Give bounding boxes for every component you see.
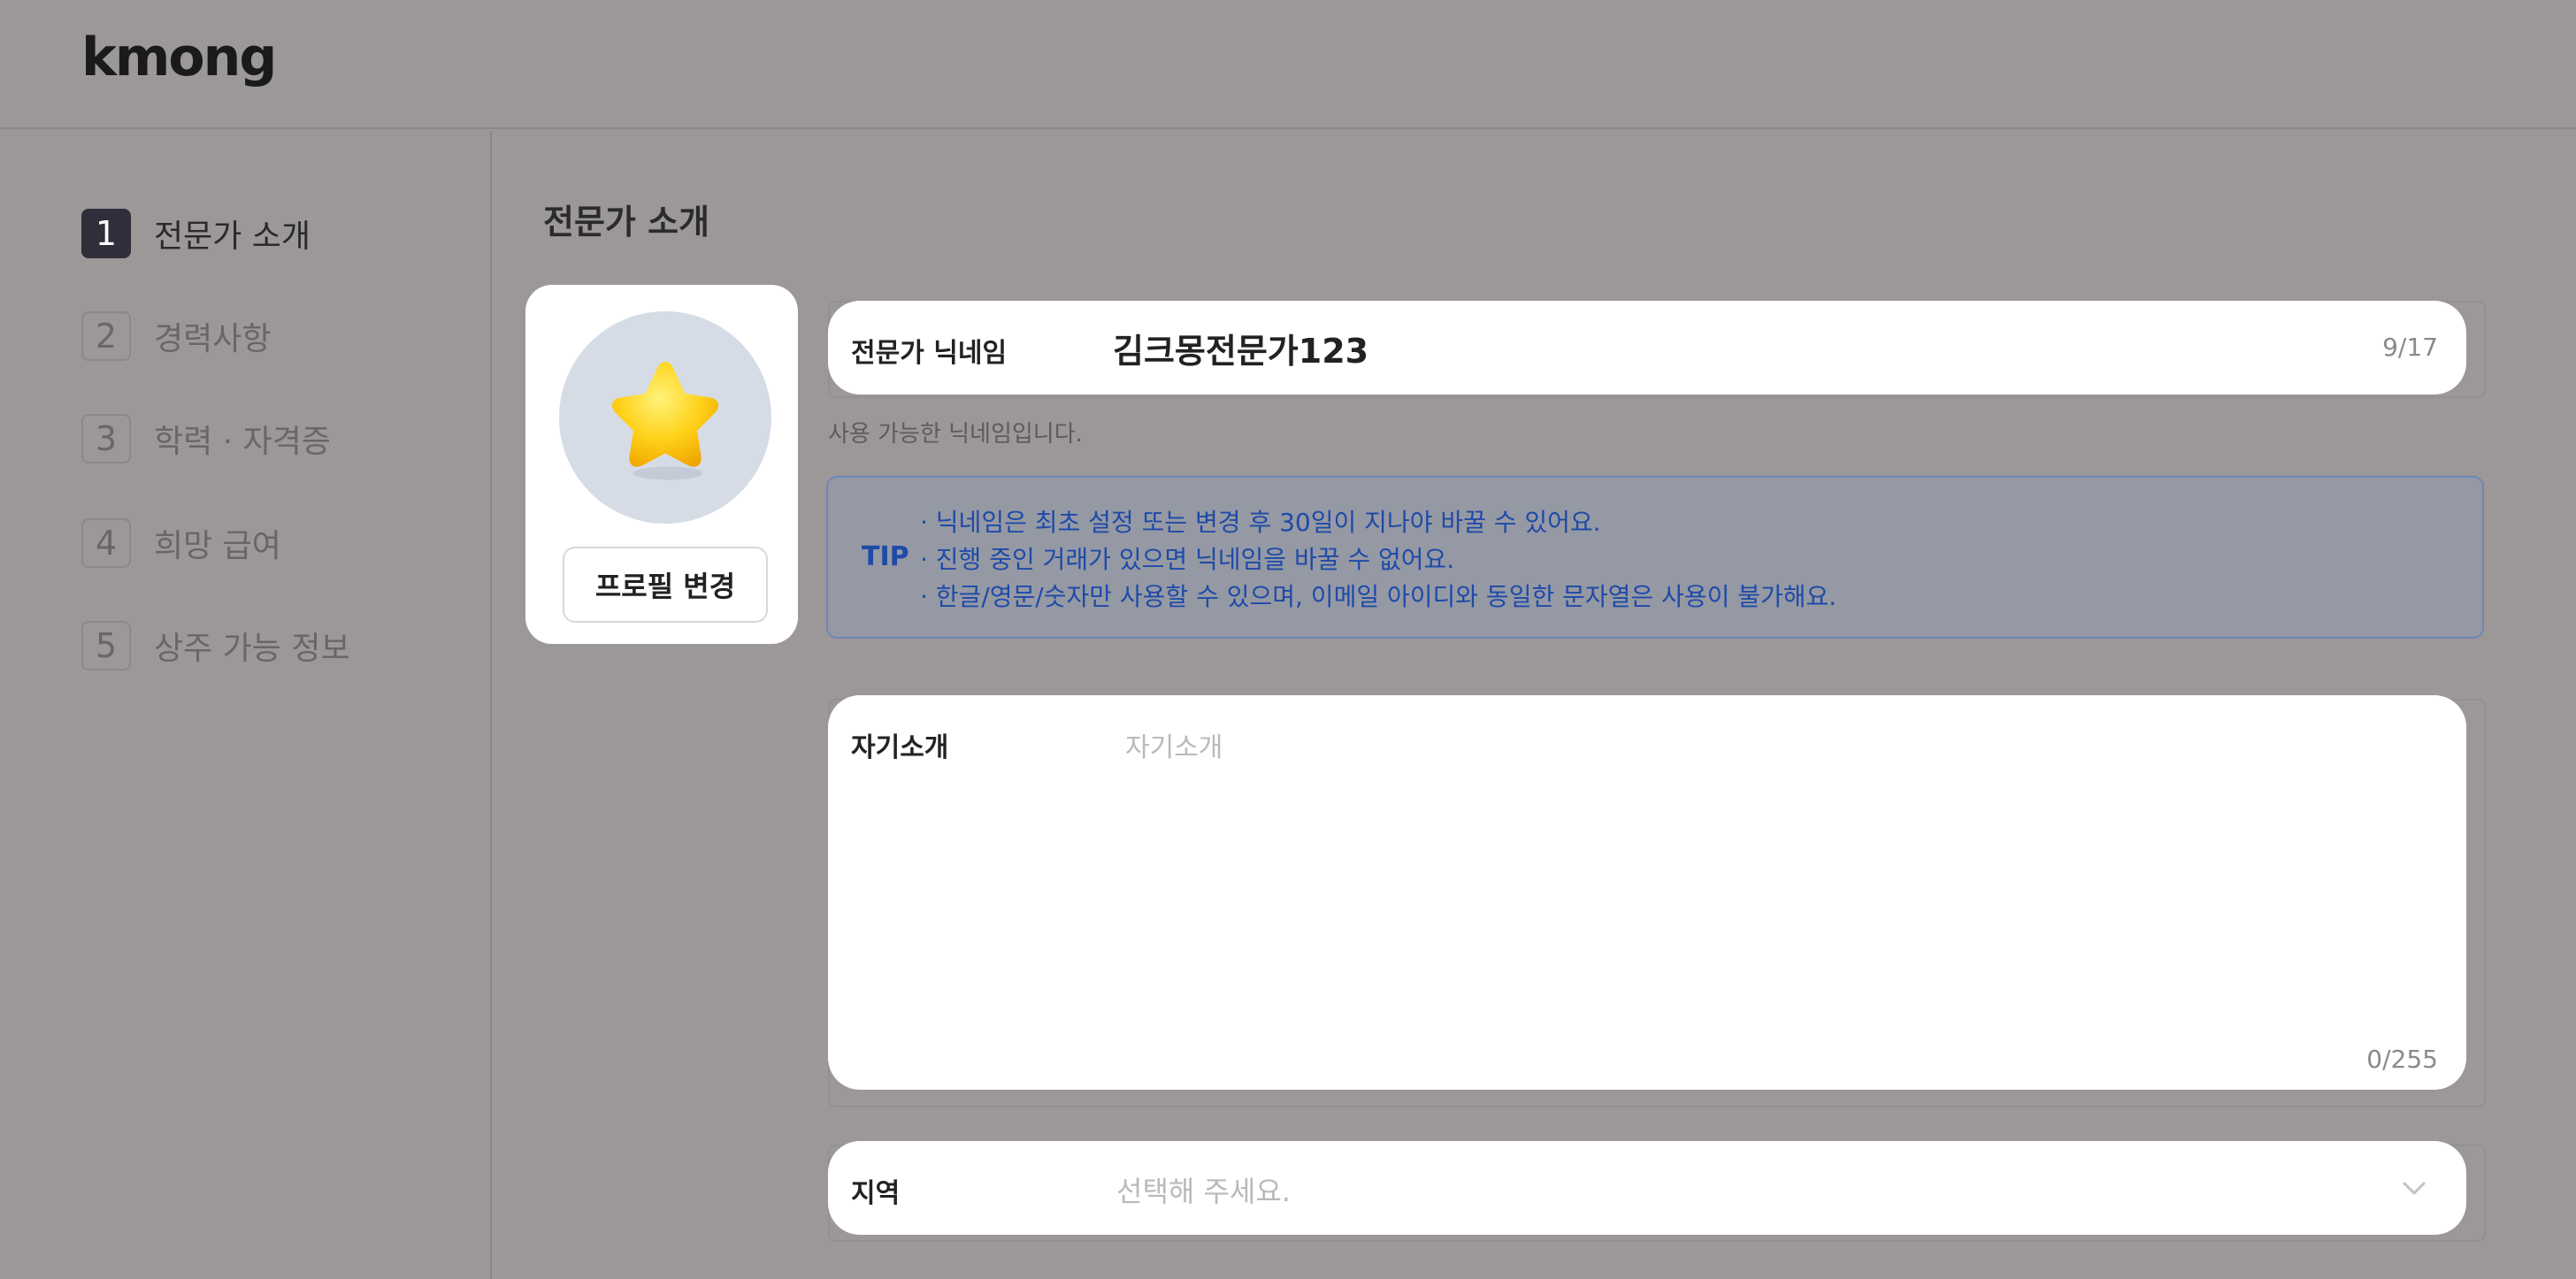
intro-label: 자기소개 (851, 732, 949, 763)
star-icon (611, 362, 719, 480)
tip-line: · 한글/영문/숫자만 사용할 수 있으며, 이메일 아이디와 동일한 문자열은… (920, 582, 1837, 611)
header: kmong (0, 0, 2576, 129)
step-item-1[interactable]: 1 전문가 소개 (81, 209, 310, 258)
step-item-4[interactable]: 4 희망 급여 (81, 518, 281, 568)
nickname-hint: 사용 가능한 닉네임입니다. (828, 421, 1083, 448)
step-sidebar: 1 전문가 소개 2 경력사항 3 학력 · 자격증 4 희망 급여 5 상주 … (0, 131, 492, 1279)
step-label: 학력 · 자격증 (154, 424, 331, 460)
region-select[interactable]: 지역 선택해 주세요. (828, 1141, 2466, 1235)
nickname-label: 전문가 닉네임 (851, 338, 1008, 369)
step-item-5[interactable]: 5 상주 가능 정보 (81, 621, 350, 670)
change-profile-button[interactable]: 프로필 변경 (563, 547, 768, 623)
page-title: 전문가 소개 (543, 203, 710, 241)
tip-line: · 닉네임은 최초 설정 또는 변경 후 30일이 지나야 바꿀 수 있어요. (920, 508, 1601, 537)
tip-lines: · 닉네임은 최초 설정 또는 변경 후 30일이 지나야 바꿀 수 있어요. … (920, 504, 1836, 616)
step-number: 2 (81, 311, 131, 361)
nickname-counter: 9/17 (2382, 333, 2438, 362)
region-placeholder: 선택해 주세요. (1116, 1175, 1291, 1208)
step-number: 5 (81, 621, 131, 670)
avatar (559, 311, 771, 524)
nickname-field[interactable]: 전문가 닉네임 김크몽전문가123 9/17 (828, 301, 2466, 394)
step-label: 희망 급여 (154, 528, 281, 564)
step-label: 상주 가능 정보 (154, 631, 350, 667)
intro-placeholder: 자기소개 (1125, 732, 1223, 763)
tip-box: TIP · 닉네임은 최초 설정 또는 변경 후 30일이 지나야 바꿀 수 있… (826, 476, 2484, 639)
page: kmong 1 전문가 소개 2 경력사항 3 학력 · 자격증 4 희망 급여… (0, 0, 2576, 1279)
profile-card: 프로필 변경 (525, 285, 798, 644)
region-label: 지역 (851, 1178, 901, 1209)
step-number: 3 (81, 414, 131, 463)
tip-line: · 진행 중인 거래가 있으면 닉네임을 바꿀 수 없어요. (920, 545, 1455, 574)
kmong-logo[interactable]: kmong (81, 27, 277, 88)
tip-label: TIP (862, 541, 909, 572)
intro-counter: 0/255 (2366, 1045, 2438, 1074)
nickname-input[interactable]: 김크몽전문가123 (1113, 324, 1368, 372)
step-number: 1 (81, 209, 131, 258)
chevron-down-icon[interactable] (2401, 1175, 2427, 1201)
step-label: 경력사항 (154, 321, 272, 357)
intro-textarea[interactable]: 자기소개 자기소개 0/255 (828, 695, 2466, 1090)
step-number: 4 (81, 518, 131, 568)
step-item-3[interactable]: 3 학력 · 자격증 (81, 414, 331, 463)
step-item-2[interactable]: 2 경력사항 (81, 311, 271, 361)
step-label: 전문가 소개 (154, 218, 311, 255)
